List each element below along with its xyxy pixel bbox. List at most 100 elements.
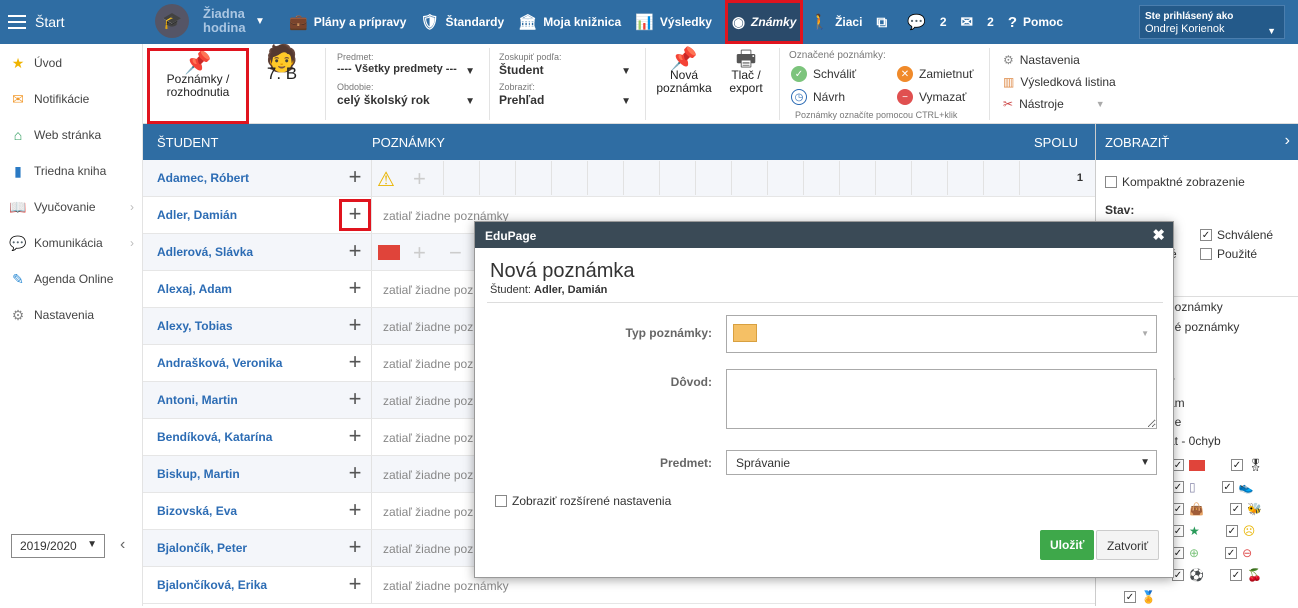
period-select[interactable]: Obdobie: celý školský rok ▼ xyxy=(337,82,475,107)
sidebar-item-triedna-kniha[interactable]: ▮ Triedna kniha xyxy=(0,153,142,189)
add-note-icon[interactable]: + xyxy=(413,166,426,192)
print-export-button[interactable]: 🖶 Tlač / export xyxy=(721,48,771,95)
checkbox[interactable]: ✓ xyxy=(1229,503,1242,515)
reason-textarea[interactable] xyxy=(726,369,1157,429)
checkbox[interactable]: ✓ xyxy=(1124,591,1136,603)
group-by-select[interactable]: Zoskupiť podľa: Študent ▼ xyxy=(499,52,631,77)
note-type-select[interactable]: ▼ xyxy=(726,315,1157,353)
chevron-right-icon[interactable]: › xyxy=(1285,132,1290,150)
user-menu[interactable]: Ste prihlásený ako Ondrej Korienok ▼ xyxy=(1139,5,1285,39)
nav-znamky[interactable]: ◉ Známky xyxy=(724,0,804,44)
student-name[interactable]: Biskup, Martin xyxy=(157,467,240,481)
results-list-button[interactable]: ▥ Výsledková listina xyxy=(1003,75,1116,89)
checkbox[interactable] xyxy=(1200,248,1212,260)
nav-cast[interactable]: ⧉ xyxy=(869,0,900,44)
chevron-down-icon: ▼ xyxy=(465,96,475,107)
checkbox[interactable]: ✓ xyxy=(1231,459,1243,471)
checkbox[interactable] xyxy=(1105,176,1117,188)
draft-button[interactable]: ◷ Návrh xyxy=(791,89,845,105)
settings-button[interactable]: ⚙ Nastavenia xyxy=(1003,53,1080,67)
tools-button[interactable]: ✂ Nástroje ▼ xyxy=(1003,97,1105,111)
add-note-icon[interactable]: + xyxy=(344,351,366,374)
chevron-down-icon: ▼ xyxy=(255,15,265,27)
sidebar-item-web[interactable]: ⌂ Web stránka xyxy=(0,117,142,153)
school-year-select[interactable]: 2019/2020 ▼ xyxy=(11,534,105,558)
subject-select[interactable]: Predmet: ---- Všetky predmety --- ▼ xyxy=(337,52,475,77)
notes-decisions-button[interactable]: 📌 Poznámky / rozhodnutia xyxy=(147,48,249,124)
student-name[interactable]: Alexaj, Adam xyxy=(157,282,232,296)
add-note-icon[interactable]: + xyxy=(344,536,366,559)
checkbox[interactable]: ✓ xyxy=(1221,481,1234,493)
nav-kniznica[interactable]: 🏛 Moja knižnica xyxy=(511,0,628,44)
student-name[interactable]: Antoni, Martin xyxy=(157,393,238,407)
checkbox[interactable]: ✓ xyxy=(1225,547,1238,559)
start-menu-button[interactable]: Štart xyxy=(0,0,143,44)
approve-button[interactable]: ✓ Schváliť xyxy=(791,66,856,82)
add-note-icon[interactable]: + xyxy=(339,199,371,231)
close-button[interactable]: Zatvoriť xyxy=(1096,530,1160,560)
compact-view-checkbox[interactable]: Kompaktné zobrazenie xyxy=(1105,175,1245,189)
student-name[interactable]: Bjalončík, Peter xyxy=(157,541,247,555)
add-note-icon[interactable]: + xyxy=(413,240,426,266)
checkbox[interactable]: ✓ xyxy=(1229,569,1242,581)
nav-mail[interactable]: ✉ 2 xyxy=(954,0,1001,44)
nav-messages[interactable]: 💬 2 xyxy=(900,0,953,44)
nav-label: Známky xyxy=(751,15,797,29)
view-select[interactable]: Zobraziť: Prehľad ▼ xyxy=(499,82,631,107)
sidebar-item-notifikacie[interactable]: ✉ Notifikácie xyxy=(0,81,142,117)
student-name[interactable]: Bjalončíková, Erika xyxy=(157,578,267,592)
sidebar-item-vyucovanie[interactable]: 📖 Vyučovanie › xyxy=(0,189,142,225)
subject-select[interactable]: Správanie ▼ xyxy=(726,450,1157,475)
sidebar-item-nastavenia[interactable]: ⚙ Nastavenia xyxy=(0,297,142,333)
add-note-icon[interactable]: + xyxy=(344,499,366,522)
student-name[interactable]: Adler, Damián xyxy=(157,208,237,222)
nav-ziaci[interactable]: 🚶 Žiaci xyxy=(803,0,869,44)
add-note-icon[interactable]: + xyxy=(344,425,366,448)
student-name[interactable]: Bizovská, Eva xyxy=(157,504,237,518)
sidebar-item-uvod[interactable]: ★ Úvod xyxy=(0,45,142,81)
approved-checkbox[interactable]: ✓ Schválené xyxy=(1200,228,1273,242)
collapse-sidebar-icon[interactable]: ‹ xyxy=(120,536,125,554)
close-icon[interactable]: ✖ xyxy=(1152,226,1165,244)
warning-icon[interactable]: ⚠ xyxy=(377,167,395,192)
student-name[interactable]: Andrašková, Veronika xyxy=(157,356,282,370)
book-icon: ▮ xyxy=(14,162,22,179)
checkbox[interactable]: ✓ xyxy=(1225,525,1238,537)
add-note-icon[interactable]: + xyxy=(344,573,366,596)
checkbox[interactable] xyxy=(495,495,507,507)
red-card-icon[interactable] xyxy=(378,245,400,260)
chevron-down-icon: ▼ xyxy=(1095,99,1105,109)
extended-settings-checkbox[interactable]: Zobraziť rozšírené nastavenia xyxy=(495,494,671,508)
add-note-icon[interactable]: + xyxy=(344,166,366,189)
sidebar-item-komunikacia[interactable]: 💬 Komunikácia › xyxy=(0,225,142,261)
students-icon: 🚶 xyxy=(810,14,830,31)
nav-pomoc[interactable]: ? Pomoc xyxy=(1001,0,1070,44)
sidebar-item-agenda[interactable]: ✎ Agenda Online xyxy=(0,261,142,297)
sidebar-item-label: Nastavenia xyxy=(34,308,95,322)
used-checkbox[interactable]: Použité xyxy=(1200,247,1257,261)
student-name[interactable]: Adamec, Róbert xyxy=(157,171,249,185)
class-selector[interactable]: 🧑 7. B xyxy=(259,45,305,118)
new-note-button[interactable]: 📌 Nová poznámka xyxy=(655,48,713,95)
nav-plany[interactable]: 💼 Plány a prípravy xyxy=(282,0,413,44)
messages-count: 2 xyxy=(939,15,947,29)
student-name[interactable]: Bendíková, Katarína xyxy=(157,430,272,444)
save-button[interactable]: Uložiť xyxy=(1040,530,1095,560)
add-note-icon[interactable]: + xyxy=(344,314,366,337)
checkbox[interactable]: ✓ xyxy=(1200,229,1212,241)
add-note-icon[interactable]: + xyxy=(344,277,366,300)
add-note-icon[interactable]: + xyxy=(344,240,366,263)
delete-button[interactable]: − Vymazať xyxy=(897,89,966,105)
add-note-icon[interactable]: + xyxy=(344,462,366,485)
used-label: Použité xyxy=(1217,247,1258,261)
student-name[interactable]: Adlerová, Slávka xyxy=(157,245,253,259)
student-name[interactable]: Alexy, Tobias xyxy=(157,319,233,333)
lesson-selector[interactable]: 🎓 Žiadna hodina ▼ xyxy=(155,4,265,38)
nav-vysledky[interactable]: 📊 Výsledky xyxy=(628,0,719,44)
nav-standardy[interactable]: 🛡 Štandardy xyxy=(413,0,511,44)
group-by-value: Študent xyxy=(499,63,544,77)
minus-circle-icon: ⊖ xyxy=(1242,546,1253,560)
minus-icon[interactable]: − xyxy=(449,240,462,266)
add-note-icon[interactable]: + xyxy=(344,388,366,411)
reject-button[interactable]: ✕ Zamietnuť xyxy=(897,66,974,82)
